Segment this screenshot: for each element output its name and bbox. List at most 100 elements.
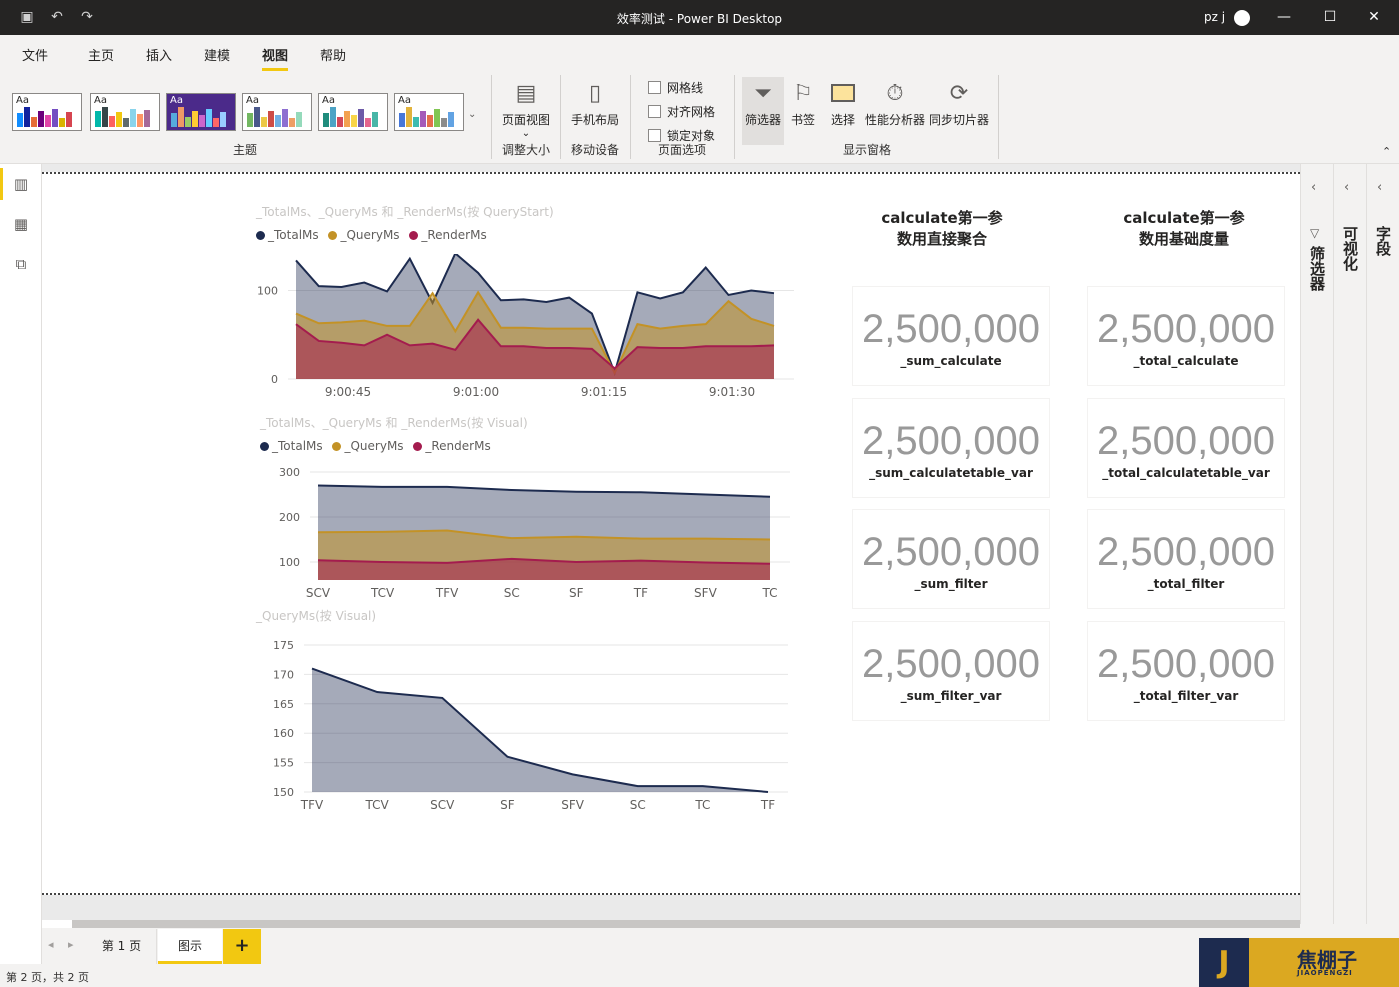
header-line: calculate第一参	[881, 209, 1003, 227]
card-sum-filter[interactable]: 2,500,000 _sum_filter	[852, 509, 1050, 609]
filters-pane[interactable]: ‹ ▽ 筛选器	[1300, 164, 1333, 924]
group-mobile-label: 移动设备	[570, 143, 619, 157]
phone-layout-button[interactable]: ▯ 手机布局	[566, 77, 624, 128]
chart3-area-chart[interactable]: 150 155 160 165 170 175 TFV TCV SCV SF SFV SC TC TF	[242, 629, 802, 809]
report-view-icon[interactable]: ▥	[11, 174, 31, 194]
group-theme-label: 主题	[232, 143, 257, 157]
report-canvas: _TotalMs、_QueryMs 和 _RenderMs(按 QuerySta…	[42, 164, 1300, 920]
legend-item[interactable]: _QueryMs	[328, 228, 400, 242]
theme-option[interactable]: Aa	[394, 93, 464, 131]
legend-dot	[256, 231, 265, 240]
y-tick-label: 100	[279, 556, 300, 569]
visualizations-pane[interactable]: ‹ 可视化	[1333, 164, 1366, 924]
y-tick-label: 155	[273, 757, 294, 770]
theme-option[interactable]: Aa	[318, 93, 388, 131]
fields-pane[interactable]: ‹ 字段	[1366, 164, 1399, 924]
theme-option[interactable]: Aa	[242, 93, 312, 131]
separator	[998, 75, 999, 159]
fields-pane-label: 字段	[1374, 226, 1392, 256]
legend-item[interactable]: _RenderMs	[413, 439, 491, 453]
header-line: calculate第一参	[1123, 209, 1245, 227]
right-panes: ‹ ▽ 筛选器 ‹ 可视化 ‹ 字段	[1300, 164, 1399, 964]
theme-option[interactable]: Aa	[90, 93, 160, 131]
filters-pane-label: 筛选器	[1308, 246, 1326, 291]
card-sum-calculate[interactable]: 2,500,000 _sum_calculate	[852, 286, 1050, 386]
selection-pane-button[interactable]: 选择	[826, 77, 860, 128]
card-value: 2,500,000	[1097, 419, 1275, 463]
checkbox-box	[648, 105, 661, 118]
user-name[interactable]: pz j	[1204, 10, 1225, 24]
theme-gallery-expand-icon[interactable]: ⌄	[468, 109, 476, 120]
collapse-ribbon-icon[interactable]: ⌃	[1382, 145, 1391, 158]
legend-item[interactable]: _RenderMs	[409, 228, 487, 242]
menu-help[interactable]: 帮助	[320, 45, 346, 64]
menu-file[interactable]: 文件	[22, 45, 48, 64]
snap-to-grid-checkbox[interactable]: 对齐网格	[648, 103, 715, 120]
expand-fields-icon[interactable]: ‹	[1377, 180, 1382, 195]
menu-home[interactable]: 主页	[88, 45, 114, 64]
model-view-icon[interactable]: ⧉	[11, 254, 31, 274]
card-sum-filter-var[interactable]: 2,500,000 _sum_filter_var	[852, 621, 1050, 721]
title-bar: ▣ ↶ ↷ 效率测试 - Power BI Desktop pz j — ☐ ✕	[0, 0, 1399, 35]
y-tick-label: 0	[271, 373, 278, 386]
report-page[interactable]: _TotalMs、_QueryMs 和 _RenderMs(按 QuerySta…	[42, 172, 1300, 895]
card-total-filter-var[interactable]: 2,500,000 _total_filter_var	[1087, 621, 1285, 721]
y-tick-label: 160	[273, 727, 294, 740]
add-page-button[interactable]: +	[223, 929, 261, 964]
minimize-icon[interactable]: —	[1272, 6, 1296, 28]
legend-item[interactable]: _QueryMs	[332, 439, 404, 453]
horizontal-scrollbar[interactable]	[72, 920, 1300, 928]
chart2-area-chart[interactable]: 100 200 300 SCV TCV TFV SC SF TF SFV TC	[242, 462, 802, 597]
sync-slicers-button[interactable]: ⟳ 同步切片器	[928, 77, 990, 128]
x-tick-label: TFV	[300, 798, 324, 809]
chart2-legend: _TotalMs _QueryMs _RenderMs	[260, 439, 497, 453]
card-label: _total_filter	[1147, 577, 1225, 591]
tab-diagram[interactable]: 图示	[158, 929, 222, 964]
theme-option[interactable]: Aa	[166, 93, 236, 131]
page-view-button[interactable]: ▤ 页面视图 ⌄	[498, 77, 554, 140]
chart1-area-chart[interactable]: 0 100 9:00:45 9:01:00 9:01:15 9:01:30	[242, 254, 802, 404]
menu-view[interactable]: 视图	[262, 45, 289, 71]
card-total-calculatetable-var[interactable]: 2,500,000 _total_calculatetable_var	[1087, 398, 1285, 498]
brand-logo: J 焦棚子 JIAOPENGZI	[1199, 938, 1399, 987]
maximize-icon[interactable]: ☐	[1318, 6, 1342, 28]
card-total-filter[interactable]: 2,500,000 _total_filter	[1087, 509, 1285, 609]
x-tick-label: TF	[633, 586, 648, 597]
close-icon[interactable]: ✕	[1362, 6, 1386, 28]
visualizations-pane-label: 可视化	[1341, 226, 1359, 271]
performance-analyzer-button[interactable]: ⏱ 性能分析器	[864, 77, 926, 128]
theme-option[interactable]: Aa	[12, 93, 82, 131]
tab-next-icon[interactable]: ▸	[68, 938, 74, 951]
filters-pane-button[interactable]: ⏷ 筛选器	[742, 77, 784, 145]
active-indicator	[0, 168, 3, 200]
chevron-down-icon: ⌄	[521, 128, 531, 139]
tab-prev-icon[interactable]: ◂	[48, 938, 54, 951]
y-tick-label: 165	[273, 698, 294, 711]
bookmarks-pane-button[interactable]: ⚐ 书签	[788, 77, 818, 128]
menu-insert[interactable]: 插入	[146, 45, 172, 64]
x-tick-label: SFV	[561, 798, 585, 809]
card-value: 2,500,000	[862, 419, 1040, 463]
x-tick-label: TC	[694, 798, 710, 809]
gridlines-checkbox[interactable]: 网格线	[648, 79, 703, 96]
card-label: _total_filter_var	[1133, 689, 1239, 703]
column-header-direct: calculate第一参 数用直接聚合	[842, 208, 1042, 250]
card-label: _sum_calculate	[900, 354, 1002, 368]
expand-filters-icon[interactable]: ‹	[1311, 180, 1316, 195]
card-total-calculate[interactable]: 2,500,000 _total_calculate	[1087, 286, 1285, 386]
selection-icon	[828, 77, 858, 109]
legend-item[interactable]: _TotalMs	[256, 228, 319, 242]
group-resize-label: 调整大小	[501, 143, 550, 157]
y-tick-label: 100	[257, 285, 278, 298]
card-sum-calculatetable-var[interactable]: 2,500,000 _sum_calculatetable_var	[852, 398, 1050, 498]
y-tick-label: 175	[273, 639, 294, 652]
avatar[interactable]	[1234, 10, 1250, 26]
x-tick-label: SC	[630, 798, 646, 809]
y-tick-label: 300	[279, 466, 300, 479]
menu-modeling[interactable]: 建模	[204, 45, 230, 64]
data-view-icon[interactable]: ▦	[11, 214, 31, 234]
expand-visualizations-icon[interactable]: ‹	[1344, 180, 1349, 195]
legend-item[interactable]: _TotalMs	[260, 439, 323, 453]
tab-page-1[interactable]: 第 1 页	[87, 929, 157, 964]
x-tick-label: SF	[500, 798, 515, 809]
